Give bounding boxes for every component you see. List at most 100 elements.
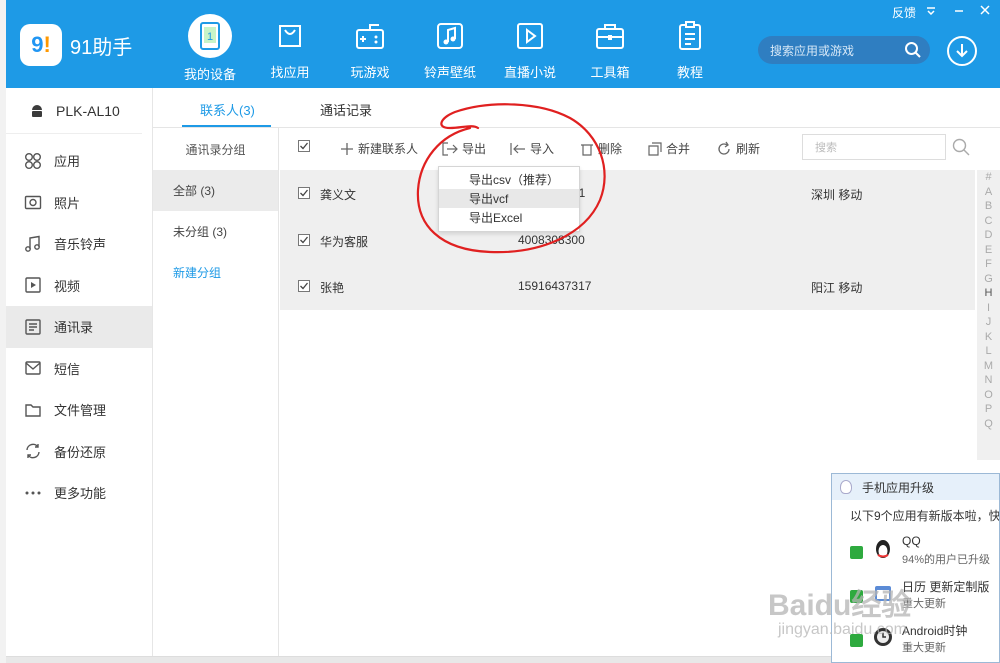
contact-name: 华为客服 [320,235,369,249]
group-ungrouped[interactable]: 未分组 (3) [153,211,278,252]
clock-icon [874,628,892,646]
upgrade-app-item[interactable]: QQ 94%的用户已升级 [832,534,999,578]
download-button[interactable] [947,36,977,66]
alphabet-letter[interactable]: F [985,257,992,272]
alphabet-letter[interactable]: M [984,359,993,374]
svg-text:1: 1 [207,31,213,43]
app-checkbox[interactable] [850,634,863,647]
alphabet-letter[interactable]: J [986,315,992,330]
table-row[interactable]: 张艳 15916437317 阳江 移动 [280,263,975,309]
sidebar-item-more[interactable]: 更多功能 [6,472,152,514]
top-bar: 9! 91助手 1 我的设备 找应用 玩游戏 铃声壁纸 直播小说 工具箱 教程 … [0,0,1000,88]
sidebar-item-label: 更多功能 [54,486,107,502]
new-group-button[interactable]: 新建分组 [153,252,278,293]
sidebar-item-music[interactable]: 音乐铃声 [6,223,152,265]
table-row[interactable]: 华为客服 4008308300 [280,217,975,263]
new-contact-label: 新建联系人 [358,142,419,156]
alphabet-letter[interactable]: I [987,301,990,316]
sidebar-item-photos[interactable]: 照片 [6,182,152,224]
group-all[interactable]: 全部 (3) [153,170,278,211]
nav-my-device[interactable]: 1 我的设备 [170,0,250,88]
app-checkbox[interactable] [850,546,863,559]
row-checkbox[interactable] [298,280,310,292]
sidebar-item-messages[interactable]: 短信 [6,348,152,390]
delete-button[interactable]: 删除 [580,140,622,157]
row-checkbox[interactable] [298,187,310,199]
groups-header: 通讯录分组 [185,142,246,157]
menu-icon[interactable] [926,3,936,18]
upgrade-app-item[interactable]: 日历 更新定制版 重大更新 [832,578,999,622]
alphabet-letter[interactable]: P [985,402,992,417]
nav-find-apps[interactable]: 找应用 [250,0,330,88]
tab-contacts[interactable]: 联系人(3) [200,100,255,119]
nav-games[interactable]: 玩游戏 [330,0,410,88]
active-tab-indicator [182,125,271,127]
refresh-button[interactable]: 刷新 [716,140,760,157]
minimize-icon[interactable] [954,3,964,18]
nav-tutorials[interactable]: 教程 [650,0,730,88]
device-name: PLK-AL10 [56,102,120,119]
new-contact-button[interactable]: 新建联系人 [340,140,418,157]
app-upgrade-popup: 手机应用升级 以下9个应用有新版本啦，快来 QQ 94%的用户已升级 日历 更新… [831,473,1000,663]
alphabet-letter[interactable]: N [985,373,993,388]
nav-label: 铃声壁纸 [423,65,476,80]
sidebar-item-contacts[interactable]: 通讯录 [6,306,152,348]
feedback-link[interactable]: 反馈 [892,4,916,21]
upgrade-app-item[interactable]: Android时钟 重大更新 [832,622,999,662]
qq-icon [876,540,890,558]
export-button[interactable]: 导出 [442,140,486,157]
export-vcf-option[interactable]: 导出vcf [439,189,579,208]
nav-ringtones[interactable]: 铃声壁纸 [410,0,490,88]
alphabet-letter[interactable]: Q [984,417,993,432]
play-icon [510,16,550,56]
merge-label: 合并 [666,142,691,156]
sidebar-item-files[interactable]: 文件管理 [6,389,152,431]
sidebar-item-label: 照片 [54,195,81,211]
contact-name: 龚义文 [320,188,357,202]
alphabet-letter[interactable]: G [984,272,993,287]
alphabet-letter[interactable]: C [985,214,993,229]
alphabet-letter[interactable]: L [985,344,991,359]
table-row[interactable]: 龚义文 71 深圳 移动 [280,170,975,216]
select-all-checkbox[interactable] [298,140,314,152]
nav-toolbox[interactable]: 工具箱 [570,0,650,88]
export-excel-option[interactable]: 导出Excel [439,208,579,227]
alphabet-letter[interactable]: K [985,330,992,345]
alphabet-letter[interactable]: B [985,199,992,214]
export-label: 导出 [462,142,487,156]
refresh-icon [718,141,730,155]
more-icon [24,484,42,502]
tablet-icon: 1 [188,14,232,58]
sidebar-item-apps[interactable]: 应用 [6,140,152,182]
android-icon [32,104,42,117]
sidebar-item-video[interactable]: 视频 [6,265,152,307]
search-icon[interactable] [904,41,922,59]
sidebar-item-backup[interactable]: 备份还原 [6,431,152,473]
close-icon[interactable] [980,3,990,18]
contacts-search-input[interactable]: 搜索 [802,134,946,160]
app-search-input[interactable]: 搜索应用或游戏 [758,36,930,64]
merge-button[interactable]: 合并 [648,140,690,157]
refresh-label: 刷新 [736,142,761,156]
alphabet-letter[interactable]: E [985,243,992,258]
device-header[interactable]: PLK-AL10 [6,88,142,134]
alphabet-letter[interactable]: # [985,170,991,185]
tab-call-log[interactable]: 通话记录 [320,100,372,119]
message-icon [24,359,42,377]
contacts-toolbar: 新建联系人 导出 导入 删除 合并 刷新 搜索 [280,128,1000,168]
import-button[interactable]: 导入 [510,140,554,157]
nav-live-novels[interactable]: 直播小说 [490,0,570,88]
contact-name: 张艳 [320,281,345,295]
alphabet-letter[interactable]: A [985,185,992,200]
app-logo: 9! 91助手 [20,24,132,66]
row-checkbox[interactable] [298,234,310,246]
export-csv-option[interactable]: 导出csv（推荐） [439,170,579,189]
sidebar-item-label: 备份还原 [54,444,107,460]
contact-phone: 15916437317 [518,279,592,293]
app-checkbox[interactable] [850,590,863,603]
qq-penguin-icon [840,480,852,494]
alphabet-letter[interactable]: D [985,228,993,243]
alphabet-letter[interactable]: H [985,286,993,301]
search-icon[interactable] [952,138,970,156]
alphabet-letter[interactable]: O [984,388,993,403]
